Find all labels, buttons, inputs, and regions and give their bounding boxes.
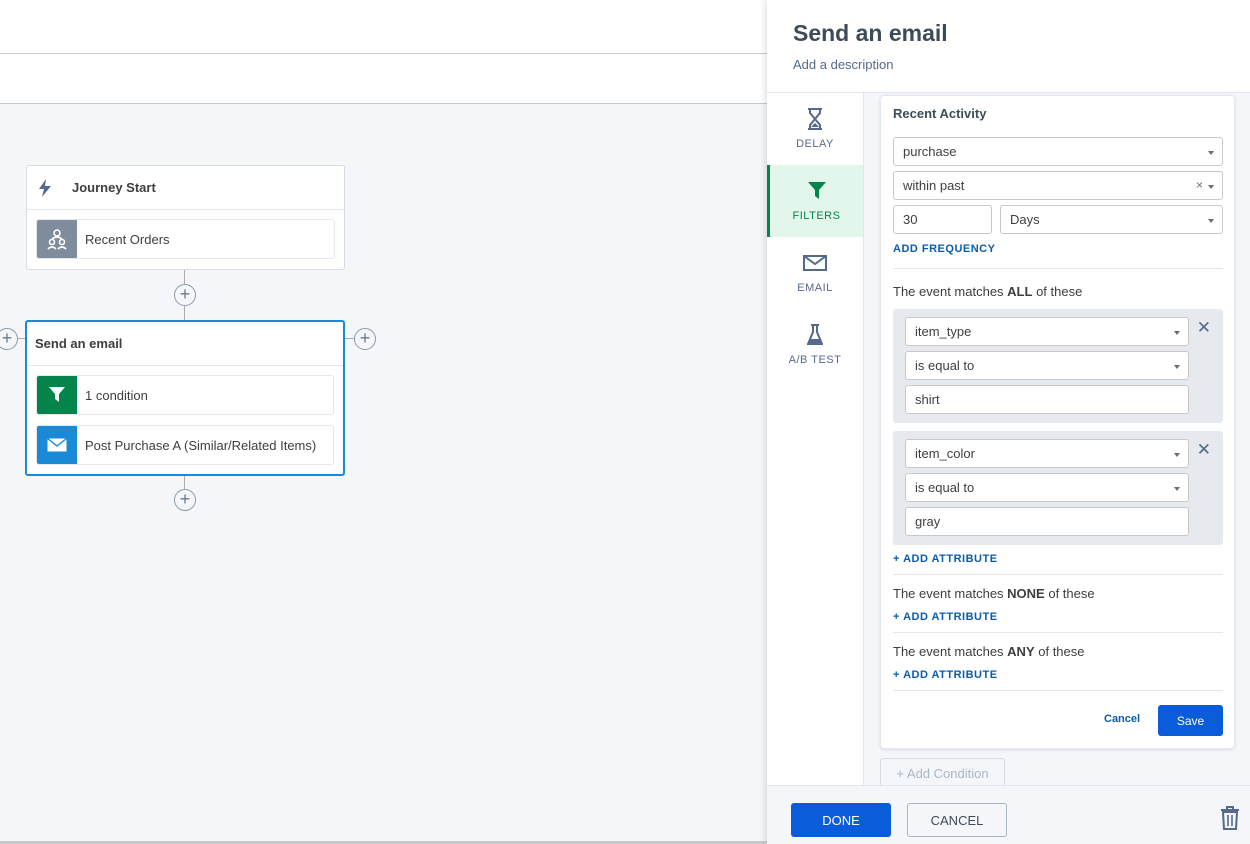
nav-delay[interactable]: DELAY xyxy=(767,93,863,165)
remove-condition-icon[interactable]: ✕ xyxy=(1197,319,1211,336)
nav-filters[interactable]: FILTERS xyxy=(767,165,863,237)
bolt-icon xyxy=(36,178,54,198)
timeframe-select[interactable]: within past × xyxy=(893,171,1223,200)
filter-icon xyxy=(807,180,827,202)
sub-toolbar xyxy=(0,54,767,104)
top-toolbar xyxy=(0,0,767,54)
amount-input[interactable] xyxy=(893,205,992,234)
entry-audience-label: Recent Orders xyxy=(85,231,170,247)
match-prefix: The event matches xyxy=(893,284,1008,299)
remove-condition-icon[interactable]: ✕ xyxy=(1197,441,1211,458)
nav-ab-test[interactable]: A/B TEST xyxy=(767,309,863,381)
nav-label: EMAIL xyxy=(797,282,833,294)
filter-icon xyxy=(37,376,77,414)
connector-line xyxy=(184,475,185,489)
match-suffix: of these xyxy=(1044,586,1095,601)
event-select-value: purchase xyxy=(903,144,957,159)
panel-title: Send an email xyxy=(793,20,948,46)
cancel-link[interactable]: Cancel xyxy=(1104,713,1140,725)
node-header: Journey Start xyxy=(27,166,344,210)
attribute-select[interactable]: item_type xyxy=(905,317,1189,346)
attribute-condition-group: item_color ✕ is equal to xyxy=(893,431,1223,545)
add-condition-button[interactable]: + Add Condition xyxy=(880,758,1005,788)
attribute-select-value: item_type xyxy=(915,324,972,339)
chevron-down-icon xyxy=(1208,185,1214,189)
card-title: Recent Activity xyxy=(893,106,987,121)
divider xyxy=(893,574,1223,575)
panel-footer: DONE CANCEL xyxy=(767,785,1250,844)
divider xyxy=(893,632,1223,633)
add-attribute-none-link[interactable]: + ADD ATTRIBUTE xyxy=(893,611,998,623)
nav-email[interactable]: EMAIL xyxy=(767,237,863,309)
match-prefix: The event matches xyxy=(893,644,1008,659)
match-keyword: NONE xyxy=(1007,586,1045,601)
timeframe-select-value: within past xyxy=(903,178,965,193)
nav-label: FILTERS xyxy=(792,210,841,222)
match-suffix: of these xyxy=(1032,284,1083,299)
operator-select-value: is equal to xyxy=(915,358,975,373)
match-any-label: The event matches ANY of these xyxy=(893,644,1085,659)
send-email-node[interactable]: Send an email 1 condition Post Purchase … xyxy=(25,320,345,476)
journey-start-node[interactable]: Journey Start Recent Orders xyxy=(26,165,345,270)
match-suffix: of these xyxy=(1034,644,1085,659)
add-attribute-any-link[interactable]: + ADD ATTRIBUTE xyxy=(893,669,998,681)
add-attribute-all-link[interactable]: + ADD ATTRIBUTE xyxy=(893,553,998,565)
node-title: Journey Start xyxy=(72,180,156,195)
condition-row[interactable]: 1 condition xyxy=(36,375,334,415)
chevron-down-icon xyxy=(1208,219,1214,223)
envelope-icon xyxy=(803,252,827,274)
node-title: Send an email xyxy=(35,336,123,351)
attribute-condition-group: item_type ✕ is equal to xyxy=(893,309,1223,423)
chevron-down-icon xyxy=(1174,331,1180,335)
event-select[interactable]: purchase xyxy=(893,137,1223,166)
email-label: Post Purchase A (Similar/Related Items) xyxy=(85,437,317,453)
attribute-select-value: item_color xyxy=(915,446,975,461)
chevron-down-icon xyxy=(1208,151,1214,155)
nav-label: A/B TEST xyxy=(788,354,842,366)
entry-audience-row[interactable]: Recent Orders xyxy=(36,219,335,259)
done-button[interactable]: DONE xyxy=(791,803,891,837)
filters-content: Recent Activity purchase within past × D… xyxy=(864,93,1250,788)
envelope-icon xyxy=(37,426,77,464)
operator-select[interactable]: is equal to xyxy=(905,473,1189,502)
match-keyword: ANY xyxy=(1007,644,1035,659)
add-branch-right-button[interactable]: + xyxy=(354,328,376,350)
save-button[interactable]: Save xyxy=(1158,705,1223,736)
audience-icon xyxy=(37,220,77,258)
match-keyword: ALL xyxy=(1007,284,1033,299)
step-side-nav: DELAY FILTERS EMAIL A/B TEST xyxy=(767,93,864,785)
divider xyxy=(893,690,1223,691)
node-header: Send an email xyxy=(27,322,343,366)
unit-select-value: Days xyxy=(1010,212,1040,227)
add-step-button[interactable]: + xyxy=(174,489,196,511)
add-step-button[interactable]: + xyxy=(174,284,196,306)
unit-select[interactable]: Days xyxy=(1000,205,1223,234)
email-row[interactable]: Post Purchase A (Similar/Related Items) xyxy=(36,425,334,465)
attribute-select[interactable]: item_color xyxy=(905,439,1189,468)
condition-label: 1 condition xyxy=(85,387,148,403)
match-prefix: The event matches xyxy=(893,586,1008,601)
flask-icon xyxy=(807,324,823,346)
operator-select[interactable]: is equal to xyxy=(905,351,1189,380)
match-all-label: The event matches ALL of these xyxy=(893,284,1082,299)
chevron-down-icon xyxy=(1174,487,1180,491)
recent-activity-card: Recent Activity purchase within past × D… xyxy=(880,95,1235,749)
divider xyxy=(893,268,1223,269)
connector-line xyxy=(344,338,354,339)
trash-icon[interactable] xyxy=(1220,806,1240,830)
chevron-down-icon xyxy=(1174,453,1180,457)
cancel-button[interactable]: CANCEL xyxy=(907,803,1007,837)
add-frequency-link[interactable]: ADD FREQUENCY xyxy=(893,243,995,255)
operator-select-value: is equal to xyxy=(915,480,975,495)
clear-icon[interactable]: × xyxy=(1196,178,1203,192)
description-field[interactable]: Add a description xyxy=(793,57,893,72)
chevron-down-icon xyxy=(1174,365,1180,369)
nav-label: DELAY xyxy=(796,138,834,150)
hourglass-icon xyxy=(807,108,823,130)
step-editor-panel: Send an email Add a description DELAY FI… xyxy=(767,0,1250,844)
match-none-label: The event matches NONE of these xyxy=(893,586,1095,601)
value-input[interactable] xyxy=(905,507,1189,536)
value-input[interactable] xyxy=(905,385,1189,414)
